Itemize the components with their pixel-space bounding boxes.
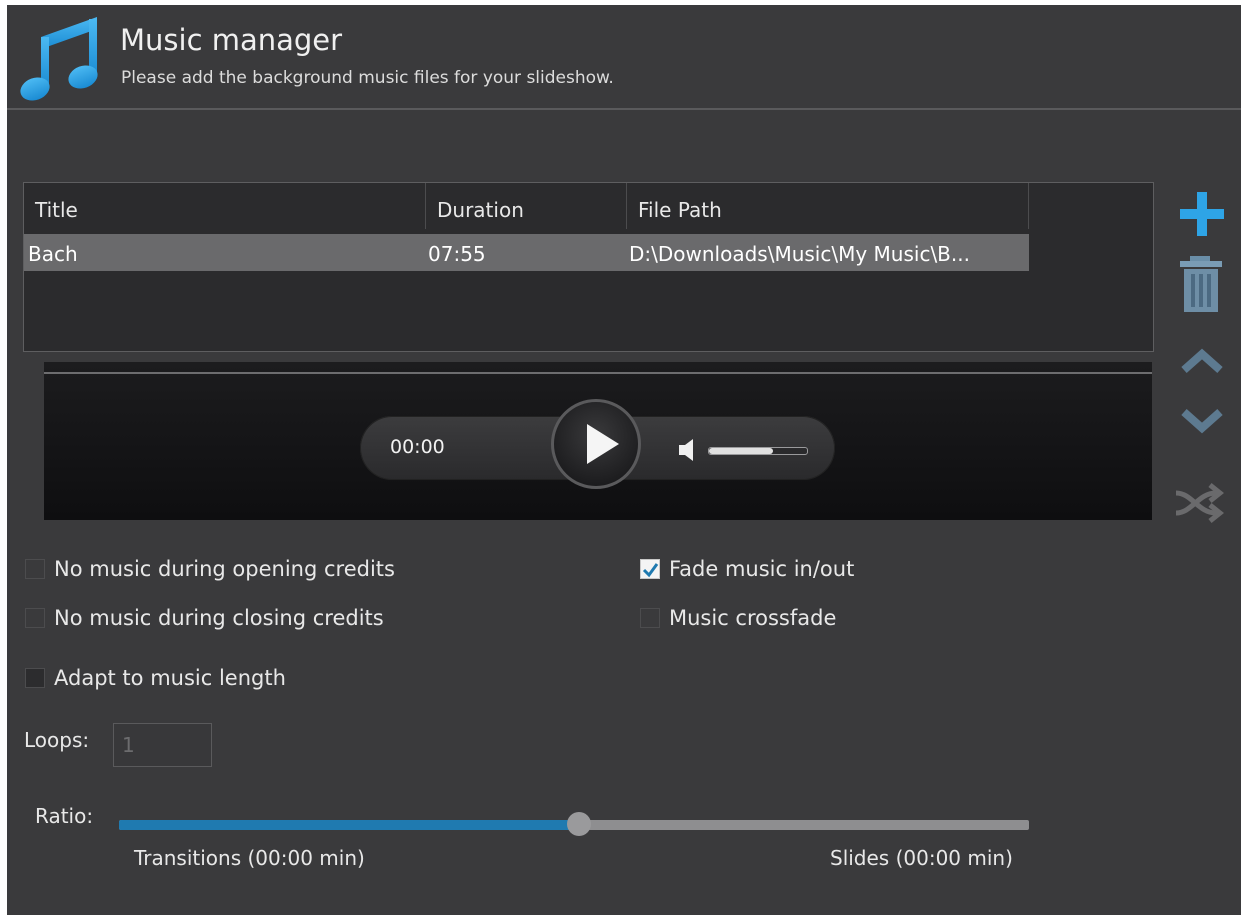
checkbox-adapt-length[interactable] bbox=[25, 668, 45, 688]
play-button[interactable] bbox=[551, 399, 641, 489]
ratio-slider[interactable] bbox=[119, 812, 1029, 836]
table-row[interactable]: Bach 07:55 D:\Downloads\Music\My Music\B… bbox=[24, 234, 1029, 271]
shuffle-icon bbox=[1175, 483, 1225, 523]
label-adapt-length: Adapt to music length bbox=[54, 666, 286, 690]
loops-input[interactable] bbox=[113, 723, 212, 767]
loops-label: Loops: bbox=[24, 728, 90, 752]
player-top-line bbox=[44, 372, 1152, 374]
add-music-button[interactable] bbox=[1177, 190, 1227, 238]
window-frame-left bbox=[0, 0, 7, 918]
checkbox-fade[interactable] bbox=[640, 559, 660, 579]
label-fade: Fade music in/out bbox=[669, 557, 855, 581]
volume-icon[interactable] bbox=[678, 438, 698, 462]
checkbox-no-music-opening[interactable] bbox=[25, 559, 45, 579]
volume-slider-fill bbox=[709, 448, 773, 454]
music-table[interactable]: Title Duration File Path Bach 07:55 D:\D… bbox=[23, 182, 1154, 352]
ratio-transitions-label: Transitions (00:00 min) bbox=[134, 846, 365, 870]
move-down-button[interactable] bbox=[1180, 406, 1224, 436]
ratio-slides-label: Slides (00:00 min) bbox=[830, 846, 1013, 870]
delete-music-button[interactable] bbox=[1178, 254, 1224, 314]
header-divider bbox=[7, 108, 1241, 110]
option-crossfade[interactable]: Music crossfade bbox=[640, 604, 836, 632]
checkbox-crossfade[interactable] bbox=[640, 608, 660, 628]
column-header-file-path[interactable]: File Path bbox=[627, 183, 1029, 229]
checkbox-no-music-closing[interactable] bbox=[25, 608, 45, 628]
checkmark-icon bbox=[642, 563, 659, 578]
option-no-music-opening[interactable]: No music during opening credits bbox=[25, 555, 395, 583]
cell-duration: 07:55 bbox=[428, 242, 486, 266]
ratio-slider-handle[interactable] bbox=[566, 812, 591, 836]
shuffle-button[interactable] bbox=[1174, 481, 1230, 525]
page-title: Music manager bbox=[120, 23, 343, 57]
audio-player: 00:00 bbox=[44, 362, 1152, 520]
chevron-up-icon bbox=[1181, 348, 1223, 373]
label-no-music-closing: No music during closing credits bbox=[54, 606, 384, 630]
column-header-duration[interactable]: Duration bbox=[426, 183, 627, 229]
header: Music manager Please add the background … bbox=[7, 5, 1241, 109]
cell-file-path: D:\Downloads\Music\My Music\B... bbox=[629, 242, 970, 266]
playback-time: 00:00 bbox=[390, 436, 445, 458]
label-crossfade: Music crossfade bbox=[669, 606, 837, 630]
option-no-music-closing[interactable]: No music during closing credits bbox=[25, 604, 384, 632]
volume-slider[interactable] bbox=[708, 447, 808, 455]
trash-icon bbox=[1180, 256, 1222, 312]
column-header-title[interactable]: Title bbox=[24, 183, 426, 229]
option-fade[interactable]: Fade music in/out bbox=[640, 555, 854, 583]
page-subtitle: Please add the background music files fo… bbox=[121, 68, 614, 88]
move-up-button[interactable] bbox=[1180, 346, 1224, 376]
play-icon bbox=[587, 424, 619, 464]
ratio-slider-fill bbox=[119, 820, 579, 830]
music-note-icon bbox=[20, 17, 98, 101]
plus-icon bbox=[1180, 192, 1224, 236]
cell-title: Bach bbox=[28, 242, 78, 266]
window-frame-right bbox=[1241, 0, 1245, 918]
ratio-label: Ratio: bbox=[35, 804, 94, 828]
option-adapt-length[interactable]: Adapt to music length bbox=[25, 664, 286, 692]
chevron-down-icon bbox=[1181, 409, 1223, 434]
label-no-music-opening: No music during opening credits bbox=[54, 557, 395, 581]
